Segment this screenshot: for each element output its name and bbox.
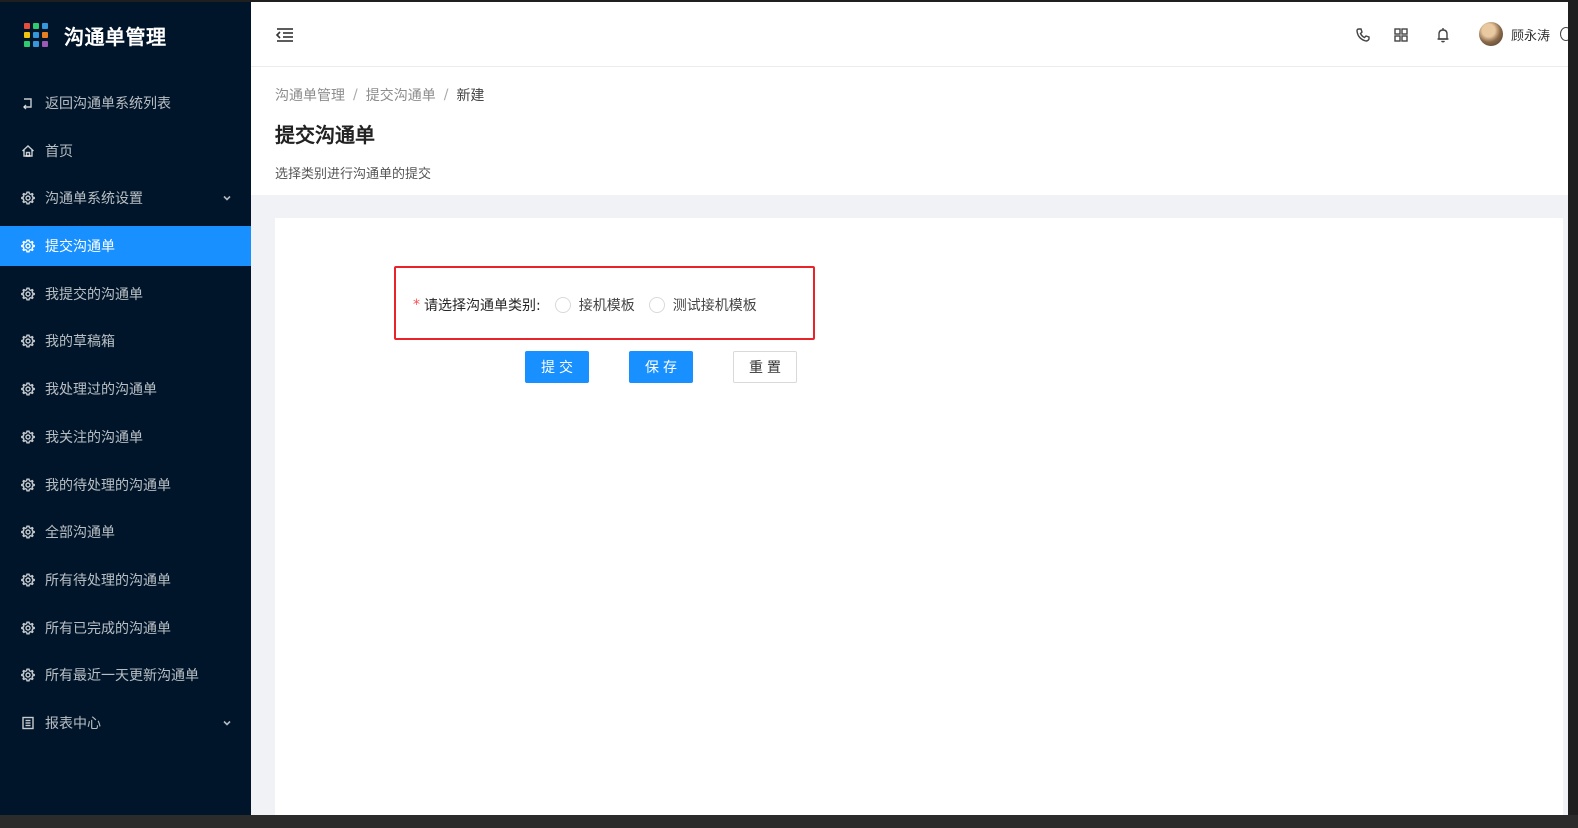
logo-dot (24, 23, 30, 29)
sidebar-item-0[interactable]: 返回沟通单系统列表 (0, 83, 251, 123)
sidebar-item-7[interactable]: 我关注的沟通单 (0, 417, 251, 457)
sidebar-item-label: 所有待处理的沟通单 (45, 572, 171, 589)
sidebar-item-10[interactable]: 所有待处理的沟通单 (0, 560, 251, 600)
chevron-down-icon[interactable] (221, 717, 233, 729)
save-button[interactable]: 保存 (629, 351, 693, 383)
sidebar-item-3[interactable]: 提交沟通单 (0, 226, 251, 267)
globe-icon[interactable] (1560, 27, 1568, 41)
breadcrumb-item-submit[interactable]: 提交沟通单 (366, 85, 436, 105)
page-title: 提交沟通单 (275, 123, 375, 147)
chevron-down-icon[interactable] (221, 192, 233, 204)
sidebar-item-label: 报表中心 (45, 715, 101, 732)
sidebar-item-13[interactable]: 报表中心 (0, 703, 251, 743)
category-label: 请选择沟通单类别: (424, 298, 541, 314)
radio-circle[interactable] (554, 297, 571, 313)
sidebar-menu: 返回沟通单系统列表 首页沟通单系统设置 提交沟通单我提交的沟通单 我的草稿箱我处理过的… (0, 68, 251, 743)
sidebar-item-label: 沟通单系统设置 (45, 191, 143, 208)
sidebar-item-label: 所有最近一天更新沟通单 (45, 668, 199, 685)
gear-icon (20, 524, 36, 540)
sidebar-item-9[interactable]: 全部沟通单 (0, 512, 251, 552)
sidebar-item-6[interactable]: 我处理过的沟通单 (0, 369, 251, 409)
menu-fold-icon[interactable] (275, 25, 295, 45)
reset-button[interactable]: 重置 (733, 351, 797, 383)
logo[interactable]: 沟通单管理 (0, 2, 251, 68)
app-window: 沟通单管理 返回沟通单系统列表 首页 沟通单系统设置 提交沟通单 我提交的沟通单 我的草稿… (0, 2, 1568, 815)
gear-icon (20, 429, 36, 445)
sidebar-item-label: 所有已完成的沟通单 (45, 620, 171, 637)
logo-dot (33, 32, 39, 38)
gear-icon (20, 667, 36, 683)
app-title: 沟通单管理 (64, 24, 167, 49)
logo-dot (24, 32, 30, 38)
home-icon (20, 143, 36, 159)
breadcrumb-separator: / (353, 87, 358, 103)
sidebar-item-1[interactable]: 首页 (0, 131, 251, 171)
breadcrumb-item-home[interactable]: 沟通单管理 (275, 85, 345, 105)
page-description: 选择类别进行沟通单的提交 (275, 167, 432, 182)
radio-option-pickup-template[interactable]: 接机模板 (554, 295, 635, 315)
breadcrumb-item-current: 新建 (456, 88, 485, 104)
username[interactable]: 顾永涛 (1511, 25, 1550, 44)
sidebar-item-label: 我处理过的沟通单 (45, 382, 157, 399)
grid-icon[interactable] (1392, 26, 1410, 44)
logo-dot (42, 41, 48, 47)
phone-icon[interactable] (1354, 26, 1372, 44)
top-header: 顾永涛 (251, 2, 1568, 67)
sidebar-item-8[interactable]: 我的待处理的沟通单 (0, 465, 251, 505)
logo-dot (24, 41, 30, 47)
sidebar-item-11[interactable]: 所有已完成的沟通单 (0, 608, 251, 648)
sidebar-item-12[interactable]: 所有最近一天更新沟通单 (0, 655, 251, 695)
sidebar-item-2[interactable]: 沟通单系统设置 (0, 178, 251, 218)
sidebar-item-label: 提交沟通单 (45, 239, 115, 256)
required-mark: * (413, 297, 420, 313)
logo-dot (33, 41, 39, 47)
avatar[interactable] (1479, 22, 1503, 46)
gear-icon (20, 238, 36, 254)
report-icon (20, 715, 36, 731)
sidebar-item-label: 首页 (45, 143, 73, 160)
logo-dot (42, 23, 48, 29)
sidebar-item-label: 全部沟通单 (45, 525, 115, 542)
gear-icon (20, 620, 36, 636)
breadcrumb: 沟通单管理 / 提交沟通单 / 新建 (275, 85, 484, 105)
apps-grid-icon (24, 23, 48, 47)
sidebar-item-label: 我提交的沟通单 (45, 286, 143, 303)
logo-dot (42, 32, 48, 38)
sidebar-item-5[interactable]: 我的草稿箱 (0, 321, 251, 361)
category-form-item: * 请选择沟通单类别: 接机模板 测试接机模板 (413, 295, 771, 315)
gear-icon (20, 333, 36, 349)
bell-icon[interactable] (1434, 26, 1452, 44)
radio-circle[interactable] (648, 297, 665, 313)
sidebar: 沟通单管理 返回沟通单系统列表 首页沟通单系统设置 提交沟通单我提交的沟通单 我的草稿… (0, 2, 251, 815)
back-arrow-icon (20, 95, 36, 111)
sidebar-item-label: 我关注的沟通单 (45, 429, 143, 446)
sidebar-item-label: 我的草稿箱 (45, 334, 115, 351)
logo-dot (33, 23, 39, 29)
gear-icon (20, 286, 36, 302)
radio-label: 测试接机模板 (672, 298, 757, 314)
content-card: * 请选择沟通单类别: 接机模板 测试接机模板 提交 保存 重置 (275, 218, 1563, 815)
radio-label: 接机模板 (578, 298, 635, 314)
breadcrumb-separator: / (443, 87, 449, 103)
gear-icon (20, 190, 36, 206)
radio-option-test-pickup-template[interactable]: 测试接机模板 (648, 295, 757, 315)
sidebar-item-label: 返回沟通单系统列表 (45, 96, 171, 112)
gear-icon (20, 381, 36, 397)
sidebar-item-4[interactable]: 我提交的沟通单 (0, 274, 251, 314)
gear-icon (20, 477, 36, 493)
page-header: 沟通单管理 / 提交沟通单 / 新建 提交沟通单 选择类别进行沟通单的提交 (251, 67, 1568, 195)
submit-button[interactable]: 提交 (525, 351, 589, 383)
gear-icon (20, 572, 36, 588)
sidebar-item-label: 我的待处理的沟通单 (45, 477, 171, 494)
os-taskbar (0, 815, 1578, 828)
